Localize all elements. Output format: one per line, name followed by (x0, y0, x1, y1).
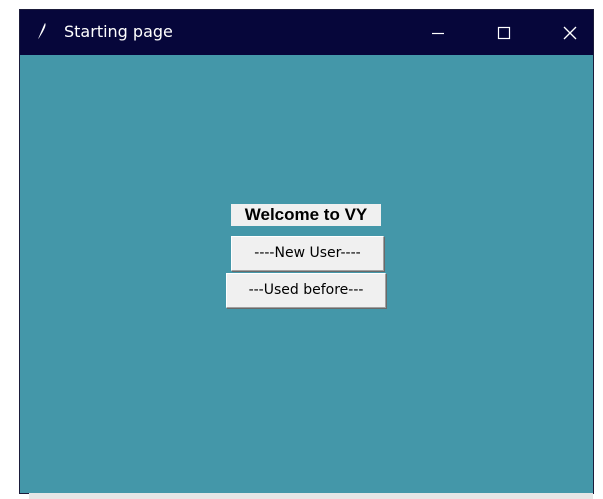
new-user-button[interactable]: ----New User---- (231, 236, 384, 271)
close-button[interactable] (538, 10, 602, 55)
used-before-button[interactable]: ---Used before--- (226, 273, 386, 308)
main-content: Welcome to VY ----New User---- ---Used b… (20, 55, 593, 493)
title-bar[interactable]: Starting page (20, 10, 593, 55)
minimize-button[interactable] (406, 10, 470, 55)
window-title: Starting page (64, 22, 173, 41)
welcome-label: Welcome to VY (231, 204, 381, 226)
window-shadow (29, 493, 593, 499)
minimize-icon (431, 26, 445, 40)
app-window: Starting page Welcome to VY ----New User… (20, 10, 593, 493)
close-icon (563, 26, 577, 40)
feather-icon (34, 21, 50, 41)
maximize-icon (497, 26, 511, 40)
maximize-button[interactable] (472, 10, 536, 55)
